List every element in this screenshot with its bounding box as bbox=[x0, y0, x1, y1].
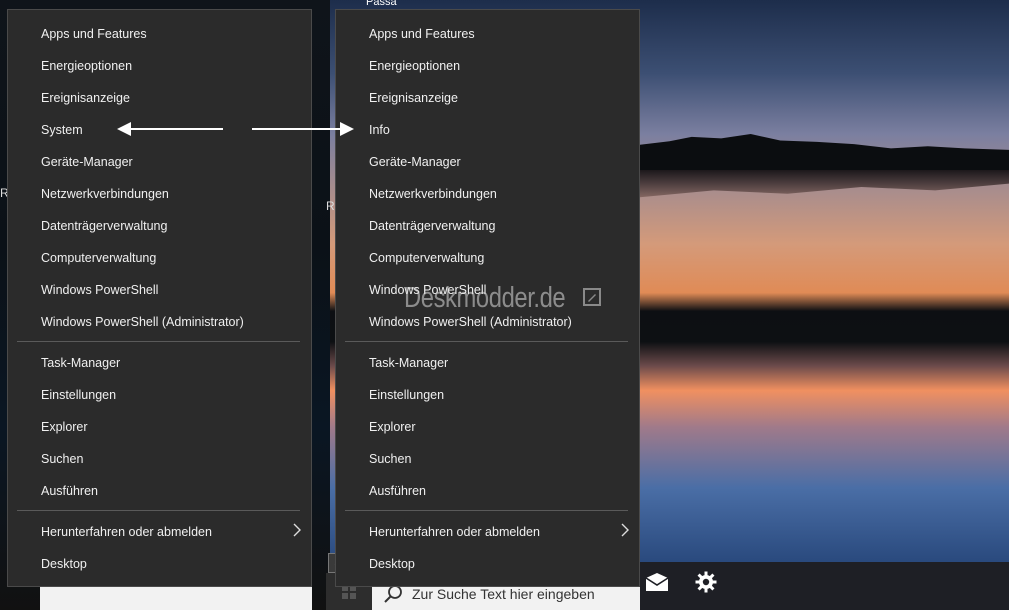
menu-item-task-manager[interactable]: Task-Manager bbox=[336, 347, 639, 379]
menu-item-label: Energieoptionen bbox=[41, 59, 133, 73]
menu-item-explorer[interactable]: Explorer bbox=[8, 411, 311, 443]
menu-item-label: Apps und Features bbox=[41, 27, 147, 41]
menu-item-label: Task-Manager bbox=[41, 356, 121, 370]
menu-item-desktop[interactable]: Desktop bbox=[8, 548, 311, 580]
menu-item-label: Datenträgerverwaltung bbox=[369, 219, 496, 233]
menu-separator bbox=[17, 510, 300, 511]
menu-item-label: Desktop bbox=[41, 557, 87, 571]
menu-item-apps-features[interactable]: Apps und Features bbox=[8, 18, 311, 50]
menu-item-label: Einstellungen bbox=[41, 388, 117, 402]
annotation-arrow-right-head bbox=[340, 122, 354, 136]
search-placeholder: Zur Suche Text hier eingeben bbox=[412, 586, 595, 602]
menu-item-datentraegerverwaltung[interactable]: Datenträgerverwaltung bbox=[8, 210, 311, 242]
menu-item-label: Energieoptionen bbox=[369, 59, 461, 73]
menu-item-powershell-admin[interactable]: Windows PowerShell (Administrator) bbox=[8, 306, 311, 338]
menu-item-herunterfahren[interactable]: Herunterfahren oder abmelden bbox=[336, 516, 639, 548]
menu-item-task-manager[interactable]: Task-Manager bbox=[8, 347, 311, 379]
menu-item-info[interactable]: Info bbox=[336, 114, 639, 146]
menu-item-label: Desktop bbox=[369, 557, 415, 571]
menu-item-computerverwaltung[interactable]: Computerverwaltung bbox=[8, 242, 311, 274]
menu-item-desktop[interactable]: Desktop bbox=[336, 548, 639, 580]
menu-separator bbox=[345, 510, 628, 511]
menu-item-label: Windows PowerShell bbox=[41, 283, 159, 297]
winx-context-menu-left: Apps und Features Energieoptionen Ereign… bbox=[7, 9, 312, 587]
menu-item-einstellungen[interactable]: Einstellungen bbox=[336, 379, 639, 411]
menu-separator bbox=[345, 341, 628, 342]
menu-item-ausfuehren[interactable]: Ausführen bbox=[8, 475, 311, 507]
watermark-deskmodder: Deskmodder.de bbox=[404, 282, 566, 314]
menu-item-ausfuehren[interactable]: Ausführen bbox=[336, 475, 639, 507]
menu-item-label: Netzwerkverbindungen bbox=[369, 187, 497, 201]
menu-item-label: Explorer bbox=[41, 420, 88, 434]
menu-item-label: Computerverwaltung bbox=[369, 251, 485, 265]
annotation-arrow-left-head bbox=[117, 122, 131, 136]
menu-item-einstellungen[interactable]: Einstellungen bbox=[8, 379, 311, 411]
menu-item-netzwerkverbindungen[interactable]: Netzwerkverbindungen bbox=[8, 178, 311, 210]
menu-item-herunterfahren[interactable]: Herunterfahren oder abmelden bbox=[8, 516, 311, 548]
background-text-fragment: R bbox=[326, 199, 335, 213]
menu-item-label: Ereignisanzeige bbox=[369, 91, 458, 105]
menu-item-powershell[interactable]: Windows PowerShell bbox=[8, 274, 311, 306]
menu-item-suchen[interactable]: Suchen bbox=[336, 443, 639, 475]
menu-item-apps-features[interactable]: Apps und Features bbox=[336, 18, 639, 50]
annotation-arrow-left-shaft bbox=[130, 128, 223, 130]
mail-icon[interactable] bbox=[643, 568, 671, 596]
menu-item-label: Ereignisanzeige bbox=[41, 91, 130, 105]
menu-item-label: System bbox=[41, 123, 83, 137]
menu-item-datentraegerverwaltung[interactable]: Datenträgerverwaltung bbox=[336, 210, 639, 242]
menu-item-energieoptionen[interactable]: Energieoptionen bbox=[8, 50, 311, 82]
menu-item-ereignisanzeige[interactable]: Ereignisanzeige bbox=[8, 82, 311, 114]
menu-item-computerverwaltung[interactable]: Computerverwaltung bbox=[336, 242, 639, 274]
menu-item-label: Windows PowerShell (Administrator) bbox=[41, 315, 244, 329]
menu-item-label: Einstellungen bbox=[369, 388, 445, 402]
menu-item-label: Geräte-Manager bbox=[41, 155, 133, 169]
menu-item-netzwerkverbindungen[interactable]: Netzwerkverbindungen bbox=[336, 178, 639, 210]
menu-item-explorer[interactable]: Explorer bbox=[336, 411, 639, 443]
pencil-icon bbox=[583, 288, 601, 306]
menu-item-geraete-manager[interactable]: Geräte-Manager bbox=[8, 146, 311, 178]
menu-item-label: Suchen bbox=[369, 452, 412, 466]
menu-separator bbox=[17, 341, 300, 342]
menu-item-system[interactable]: System bbox=[8, 114, 311, 146]
menu-item-label: Info bbox=[369, 123, 390, 137]
menu-item-label: Explorer bbox=[369, 420, 416, 434]
menu-item-ereignisanzeige[interactable]: Ereignisanzeige bbox=[336, 82, 639, 114]
menu-item-label: Ausführen bbox=[41, 484, 98, 498]
menu-item-energieoptionen[interactable]: Energieoptionen bbox=[336, 50, 639, 82]
chevron-right-icon bbox=[621, 523, 629, 541]
menu-item-suchen[interactable]: Suchen bbox=[8, 443, 311, 475]
menu-item-geraete-manager[interactable]: Geräte-Manager bbox=[336, 146, 639, 178]
menu-item-label: Apps und Features bbox=[369, 27, 475, 41]
menu-item-label: Suchen bbox=[41, 452, 84, 466]
menu-item-label: Ausführen bbox=[369, 484, 426, 498]
menu-item-label: Windows PowerShell (Administrator) bbox=[369, 315, 572, 329]
menu-item-label: Herunterfahren oder abmelden bbox=[41, 525, 212, 539]
chevron-right-icon bbox=[293, 523, 301, 541]
menu-item-label: Herunterfahren oder abmelden bbox=[369, 525, 540, 539]
menu-item-label: Geräte-Manager bbox=[369, 155, 461, 169]
background-text-fragment: Passa bbox=[366, 0, 397, 8]
menu-item-label: Computerverwaltung bbox=[41, 251, 157, 265]
menu-item-label: Task-Manager bbox=[369, 356, 449, 370]
menu-item-label: Datenträgerverwaltung bbox=[41, 219, 168, 233]
gear-icon[interactable] bbox=[692, 568, 720, 596]
annotation-arrow-right-shaft bbox=[252, 128, 342, 130]
menu-item-label: Netzwerkverbindungen bbox=[41, 187, 169, 201]
